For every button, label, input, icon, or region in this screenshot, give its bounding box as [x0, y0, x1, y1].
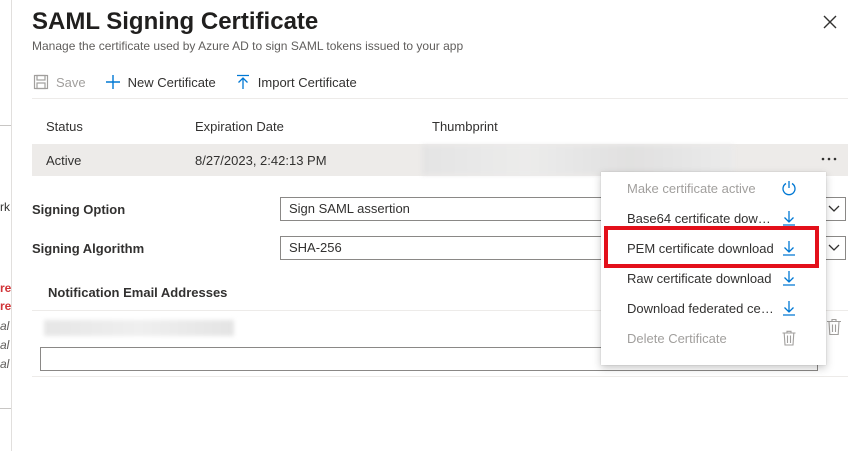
column-header-status: Status [46, 119, 83, 134]
menu-item-make-active[interactable]: Make certificate active [601, 173, 826, 203]
import-certificate-button[interactable]: Import Certificate [234, 73, 357, 91]
highlight-annotation [604, 226, 819, 268]
trash-icon [782, 330, 796, 346]
download-icon [783, 211, 795, 226]
menu-item-label: Delete Certificate [627, 330, 727, 346]
cell-expiration: 8/27/2023, 2:42:13 PM [195, 153, 327, 168]
cell-status: Active [46, 153, 82, 168]
toolbar-divider [32, 98, 848, 99]
save-label: Save [56, 74, 86, 90]
close-button[interactable] [820, 12, 840, 32]
menu-item-federated-download[interactable]: Download federated certificate XML [601, 293, 826, 323]
menu-item-label: Make certificate active [627, 180, 756, 196]
download-icon [783, 301, 795, 316]
close-icon [823, 15, 837, 29]
toolbar: Save New Certificate Import Certificate [32, 70, 375, 94]
bg-text-fragment: al [0, 319, 10, 333]
trash-icon [827, 318, 841, 336]
signing-option-label: Signing Option [32, 202, 126, 217]
panel-subtitle: Manage the certificate used by Azure AD … [32, 39, 464, 53]
column-header-thumbprint: Thumbprint [432, 119, 498, 134]
bg-text-fragment: re [0, 281, 11, 295]
column-header-expiration: Expiration Date [195, 119, 284, 134]
save-button[interactable]: Save [32, 73, 86, 91]
signing-algorithm-label: Signing Algorithm [32, 241, 145, 256]
power-icon [782, 181, 796, 196]
menu-item-label: Download federated certificate XML [627, 300, 777, 316]
new-certificate-button[interactable]: New Certificate [104, 73, 216, 91]
bg-text-fragment: al [0, 357, 10, 371]
plus-icon [104, 73, 122, 91]
bg-divider [0, 125, 11, 126]
cell-thumbprint-redacted [422, 145, 734, 175]
menu-item-delete-certificate[interactable]: Delete Certificate [601, 323, 826, 353]
bg-text-fragment: re [0, 299, 11, 313]
section-divider [32, 376, 848, 377]
download-icon [783, 271, 795, 286]
signing-option-value: Sign SAML assertion [289, 201, 410, 216]
certificate-context-menu: Make certificate active Base64 certifica… [601, 172, 826, 365]
ellipsis-icon [821, 157, 837, 161]
notification-email-label: Notification Email Addresses [48, 285, 228, 300]
delete-email-button[interactable] [826, 318, 842, 336]
save-icon [32, 73, 50, 91]
chevron-down-icon [828, 244, 840, 251]
chevron-down-icon [828, 205, 840, 212]
bg-text-fragment: rk [0, 200, 10, 214]
bg-text-fragment: al [0, 338, 10, 352]
background-page: rk re re al al al [0, 0, 12, 451]
signing-algorithm-value: SHA-256 [289, 240, 342, 255]
more-options-button[interactable] [820, 150, 844, 170]
panel-title: SAML Signing Certificate [32, 8, 319, 35]
bg-divider [0, 408, 11, 409]
notification-email-redacted [44, 320, 234, 336]
new-certificate-label: New Certificate [127, 74, 216, 90]
menu-item-label: Raw certificate download [627, 270, 772, 286]
menu-item-label: Base64 certificate download [627, 210, 777, 226]
import-certificate-label: Import Certificate [257, 74, 357, 90]
upload-icon [234, 73, 252, 91]
